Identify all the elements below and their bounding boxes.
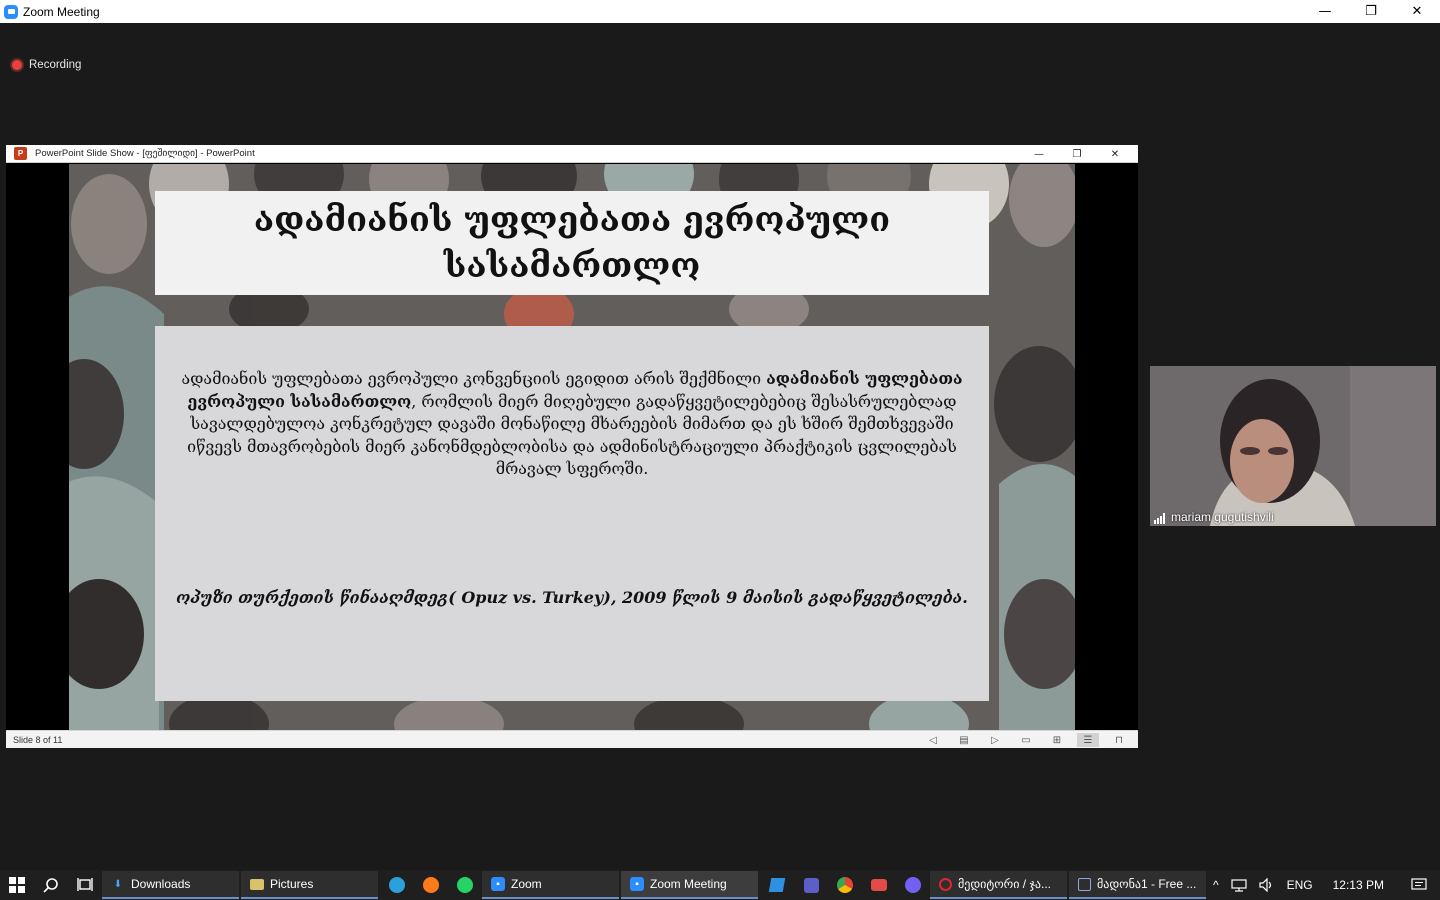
vscode-icon[interactable]: [760, 870, 794, 900]
network-icon[interactable]: [1225, 870, 1253, 900]
camera-app-icon[interactable]: [862, 870, 896, 900]
participant-video-feed: [1150, 366, 1436, 526]
chrome-icon[interactable]: [828, 870, 862, 900]
ppt-minimize-button[interactable]: —: [1020, 145, 1058, 163]
record-dot-icon: [12, 60, 22, 70]
next-slide-icon[interactable]: ▷: [984, 733, 1006, 747]
window-controls: — ❐ ✕: [1302, 0, 1440, 23]
ppt-title-bar: P PowerPoint Slide Show - [ფეშილიდი] - P…: [6, 145, 1138, 163]
recording-indicator[interactable]: Recording: [12, 59, 81, 71]
reading-view-icon[interactable]: ☰: [1077, 733, 1099, 747]
teams-icon[interactable]: [794, 870, 828, 900]
normal-view-icon[interactable]: ▭: [1015, 733, 1037, 747]
participant-name-label: mariam gugutishvili: [1154, 510, 1274, 524]
window-title: Zoom Meeting: [23, 4, 100, 19]
opera-icon: [939, 877, 952, 891]
minimize-button[interactable]: —: [1302, 0, 1348, 23]
slide-title-box: ადამიანის უფლებათა ევროპული სასამართლო: [155, 191, 989, 295]
search-icon[interactable]: [34, 870, 68, 900]
windows-start-icon[interactable]: [0, 870, 34, 900]
taskbar-app-label: Zoom Meeting: [650, 877, 727, 891]
system-tray: ^ ENG 12:13 PM: [1207, 870, 1440, 900]
chevron-up-icon[interactable]: ^: [1207, 870, 1225, 900]
taskbar-app-downloads[interactable]: ⬇ Downloads: [102, 871, 239, 899]
firefox-icon[interactable]: [414, 870, 448, 900]
slide-body-box: ადამიანის უფლებათა ევროპული კონვენციის ე…: [155, 326, 989, 701]
ppt-window-title: PowerPoint Slide Show - [ფეშილიდი] - Pow…: [35, 148, 255, 159]
download-icon: ⬇: [113, 878, 123, 890]
telegram-icon[interactable]: [380, 870, 414, 900]
zoom-title-bar: Zoom Meeting — ❐ ✕: [0, 0, 1440, 23]
zoom-camera-icon: [4, 4, 18, 19]
taskbar-app-zoom[interactable]: ▪ Zoom: [482, 871, 619, 899]
body-text-part1: ადამიანის უფლებათა ევროპული კონვენციის ე…: [181, 369, 767, 388]
volume-icon[interactable]: [1253, 870, 1281, 900]
notifications-icon[interactable]: [1398, 870, 1440, 900]
slide-title: ადამიანის უფლებათა ევროპული სასამართლო: [253, 200, 891, 286]
whatsapp-icon[interactable]: [448, 870, 482, 900]
slide-menu-icon[interactable]: ▤: [953, 733, 975, 747]
language-indicator[interactable]: ENG: [1281, 870, 1319, 900]
restore-button[interactable]: ❐: [1348, 0, 1394, 23]
taskbar-app-label: მედიტორი / ჯა...: [958, 877, 1051, 891]
taskbar-app-zoom-meeting[interactable]: ▪ Zoom Meeting: [621, 871, 758, 899]
ppt-restore-button[interactable]: ❐: [1058, 145, 1096, 163]
taskbar-app-label: მადონა1 - Free ...: [1097, 877, 1197, 891]
taskbar-app-label: Pictures: [270, 877, 314, 891]
taskbar-app-label: Zoom: [511, 877, 542, 891]
recording-label: Recording: [29, 59, 82, 71]
participant-name: mariam gugutishvili: [1171, 510, 1274, 524]
zoom-icon: ▪: [491, 877, 505, 891]
slide[interactable]: ადამიანის უფლებათა ევროპული სასამართლო ა…: [69, 164, 1075, 730]
taskbar-app-pictures[interactable]: Pictures: [241, 871, 378, 899]
participant-video[interactable]: mariam gugutishvili: [1150, 366, 1436, 526]
slide-number: Slide 8 of 11: [13, 734, 63, 745]
folder-icon: [250, 878, 264, 890]
taskbar-app-document[interactable]: მადონა1 - Free ...: [1069, 871, 1206, 899]
slide-sorter-icon[interactable]: ⊞: [1046, 733, 1068, 747]
clock[interactable]: 12:13 PM: [1319, 870, 1398, 900]
close-button[interactable]: ✕: [1394, 0, 1440, 23]
taskbar-app-label: Downloads: [131, 877, 191, 891]
powerpoint-icon: P: [14, 147, 27, 160]
slideshow-icon[interactable]: ⊓: [1108, 733, 1130, 747]
view-controls: ◁ ▤ ▷ ▭ ⊞ ☰ ⊓: [913, 731, 1130, 749]
zoom-icon: ▪: [630, 877, 644, 891]
ppt-status-bar: Slide 8 of 11 ◁ ▤ ▷ ▭ ⊞ ☰ ⊓: [6, 730, 1138, 748]
ppt-window-controls: — ❐ ✕: [1020, 145, 1134, 163]
document-icon: [1078, 877, 1091, 891]
shared-screen-powerpoint: P PowerPoint Slide Show - [ფეშილიდი] - P…: [6, 145, 1138, 748]
viber-icon[interactable]: [896, 870, 930, 900]
taskbar-app-opera[interactable]: მედიტორი / ჯა...: [930, 871, 1067, 899]
previous-slide-icon[interactable]: ◁: [922, 733, 944, 747]
signal-strength-icon: [1154, 513, 1166, 524]
windows-taskbar: ⬇ Downloads Pictures ▪ Zoom ▪ Zoom Meeti…: [0, 870, 1440, 900]
slide-case-reference: ოპუზი თურქეთის წინააღმდეგ( Opuz vs. Turk…: [176, 588, 968, 607]
task-view-icon[interactable]: [68, 870, 102, 900]
ppt-close-button[interactable]: ✕: [1096, 145, 1134, 163]
slide-body-text: ადამიანის უფლებათა ევროპული კონვენციის ე…: [167, 368, 977, 481]
